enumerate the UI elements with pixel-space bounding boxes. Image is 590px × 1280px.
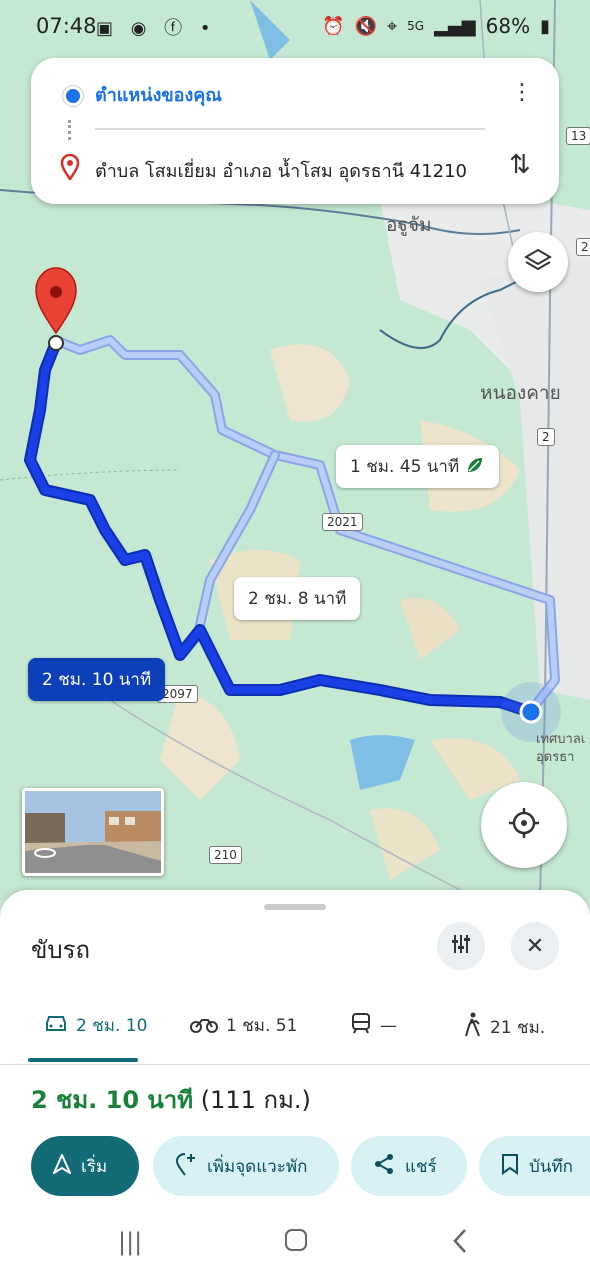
tune-icon	[449, 932, 473, 961]
back-icon[interactable]	[452, 1228, 468, 1260]
active-tab-indicator	[28, 1058, 138, 1062]
system-nav-bar: |||	[0, 1212, 590, 1280]
layers-button[interactable]	[508, 232, 568, 292]
leaf-icon	[465, 455, 485, 480]
road-shield: 210	[209, 846, 242, 864]
battery-level: 68%	[485, 14, 531, 38]
tab-transit[interactable]: —	[350, 1012, 397, 1039]
close-icon: ✕	[525, 933, 545, 959]
sheet-title: ขับรถ	[31, 936, 91, 964]
layers-icon	[524, 246, 552, 278]
bookmark-icon	[501, 1153, 519, 1180]
road-shield: 2	[537, 428, 555, 446]
tab-label: 2 ชม. 10	[76, 1016, 148, 1036]
battery-icon: ▮	[540, 15, 550, 37]
more-options-icon[interactable]: ⋮	[511, 80, 533, 105]
tab-motorcycle[interactable]: 1 ชม. 51	[190, 1012, 297, 1039]
walk-icon	[462, 1012, 482, 1043]
navigation-arrow-icon	[51, 1152, 73, 1179]
share-button[interactable]: แชร์	[351, 1136, 467, 1196]
tab-drive[interactable]: 2 ชม. 10	[44, 1012, 147, 1039]
share-icon	[373, 1153, 395, 1180]
route-label-alt2[interactable]: 2 ชม. 8 นาที	[234, 577, 361, 620]
road-shield: 13	[566, 127, 590, 145]
drag-handle[interactable]	[264, 904, 326, 910]
place-label: อฐูจัม	[386, 214, 432, 236]
car-icon	[44, 1013, 68, 1038]
dotted-connector	[68, 120, 74, 140]
tab-label: 21 ชม.	[490, 1018, 546, 1038]
add-location-icon	[175, 1152, 197, 1181]
summary-distance: (111 กม.)	[200, 1086, 311, 1114]
road-shield: 2	[576, 238, 590, 256]
route-label-text: 1 ชม. 45 นาที	[350, 457, 460, 477]
alarm-icon: ⏰	[322, 15, 345, 37]
status-bar: 07:48 ▣ ◉ ⓕ • ⏰ 🔇 ⌖ 5G ▂▄▆ 68% ▮	[0, 0, 590, 52]
start-label: เริ่ม	[81, 1156, 108, 1177]
status-time: 07:48	[36, 14, 97, 38]
home-icon[interactable]	[284, 1228, 308, 1258]
start-button[interactable]: เริ่ม	[31, 1136, 139, 1196]
tab-label: —	[380, 1015, 397, 1036]
route-label-alt1[interactable]: 1 ชม. 45 นาที	[336, 445, 499, 488]
close-button[interactable]: ✕	[511, 922, 559, 970]
origin-dot-icon	[63, 86, 83, 106]
directions-card: ตำแหน่งของคุณ ตำบล โสมเยี่ยม อำเภอ น้ำโส…	[31, 58, 559, 204]
location-icon: ⌖	[387, 15, 398, 37]
route-label-text: 2 ชม. 8 นาที	[248, 589, 347, 609]
destination-pin-icon	[60, 153, 80, 184]
road-shield: 2021	[322, 513, 363, 531]
route-options-button[interactable]	[437, 922, 485, 970]
crosshair-icon	[507, 806, 541, 844]
status-icons: ⏰ 🔇 ⌖ 5G ▂▄▆ 68% ▮	[322, 14, 550, 38]
motorcycle-icon	[190, 1013, 218, 1038]
divider	[95, 128, 485, 130]
transit-icon	[350, 1012, 372, 1039]
place-label: อุดรธา	[536, 750, 575, 765]
destination-field[interactable]: ตำบล โสมเยี่ยม อำเภอ น้ำโสม อุดรธานี 412…	[95, 156, 467, 185]
notification-icons: ▣ ◉ ⓕ •	[96, 18, 217, 39]
save-label: บันทึก	[529, 1156, 573, 1177]
my-location-button[interactable]	[481, 782, 567, 868]
tab-walk[interactable]: 21 ชม.	[462, 1012, 545, 1043]
route-summary: 2 ชม. 10 นาที (111 กม.)	[31, 1080, 311, 1119]
place-label: หนองคาย	[480, 382, 561, 404]
share-label: แชร์	[405, 1156, 437, 1177]
save-button[interactable]: บันทึก	[479, 1136, 590, 1196]
network-label: 5G	[407, 19, 425, 33]
travel-mode-tabs: 2 ชม. 10 1 ชม. 51 — 21 ชม.	[0, 998, 590, 1065]
route-label-selected[interactable]: 2 ชม. 10 นาที	[28, 658, 166, 701]
summary-duration: 2 ชม. 10 นาที	[31, 1086, 194, 1114]
route-label-text: 2 ชม. 10 นาที	[42, 670, 152, 690]
origin-field[interactable]: ตำแหน่งของคุณ	[95, 80, 222, 109]
tab-label: 1 ชม. 51	[226, 1016, 298, 1036]
mute-icon: 🔇	[354, 15, 378, 37]
signal-icon: ▂▄▆	[434, 15, 476, 37]
street-view-thumbnail[interactable]	[22, 788, 164, 876]
recent-apps-icon[interactable]: |||	[118, 1228, 142, 1256]
add-stop-label: เพิ่มจุดแวะพัก	[207, 1156, 308, 1177]
swap-icon[interactable]: ⇅	[509, 150, 531, 180]
add-stop-button[interactable]: เพิ่มจุดแวะพัก	[153, 1136, 339, 1196]
action-buttons: เริ่ม เพิ่มจุดแวะพัก แชร์ บันทึก	[31, 1136, 590, 1196]
